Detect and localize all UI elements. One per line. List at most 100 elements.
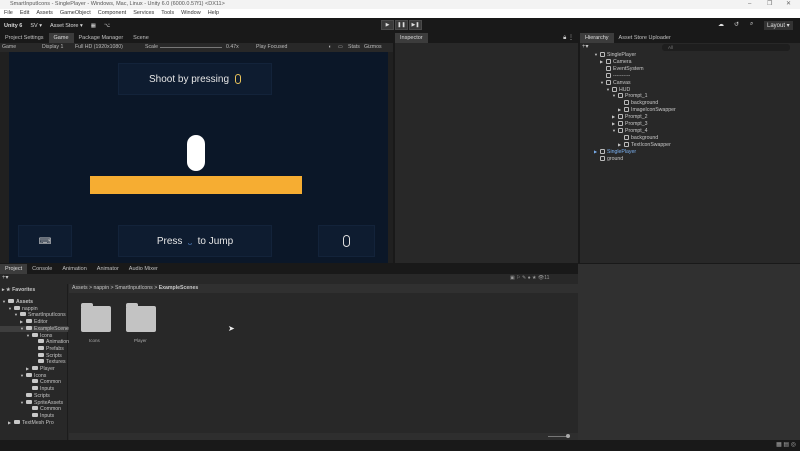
- tab-hierarchy[interactable]: Hierarchy: [580, 33, 614, 43]
- project-folder[interactable]: Common: [26, 379, 61, 385]
- minimize-button[interactable]: –: [748, 0, 751, 9]
- project-folder[interactable]: ▼ SmartInputIcons: [14, 312, 66, 318]
- play-button[interactable]: ▶: [381, 20, 394, 30]
- hierarchy-item[interactable]: ▶ Prompt_2: [612, 114, 648, 120]
- tab-audio-mixer[interactable]: Audio Mixer: [124, 264, 163, 274]
- hierarchy-item[interactable]: EventSystem: [600, 65, 644, 72]
- display-dropdown[interactable]: Display 1: [42, 43, 63, 52]
- grid-icon[interactable]: ▦: [91, 23, 96, 29]
- cloud-icon[interactable]: ☁: [718, 21, 724, 28]
- tab-asset-store-uploader[interactable]: Asset Store Uploader: [614, 33, 676, 43]
- aspect-icon[interactable]: ▭: [338, 43, 343, 52]
- hierarchy-item[interactable]: ▼ Prompt_4: [612, 127, 648, 134]
- status-bar: ▦ ▤ ◎: [0, 440, 800, 451]
- hierarchy-item[interactable]: ▶ SinglePlayer: [594, 148, 636, 155]
- tab-project[interactable]: Project: [0, 264, 28, 274]
- create-button[interactable]: +▾: [2, 274, 9, 281]
- add-object-button[interactable]: +▾: [582, 43, 589, 50]
- resolution-dropdown[interactable]: Full HD (1920x1080): [75, 43, 123, 52]
- project-folder[interactable]: ▼ SpriteAssets: [20, 399, 63, 406]
- project-folder[interactable]: Scripts: [20, 392, 50, 399]
- stats-button[interactable]: Stats: [348, 43, 360, 52]
- hierarchy-item[interactable]: ground: [594, 155, 623, 162]
- game-view[interactable]: Shoot by pressing ⌨ Press ⎵ to Jump: [0, 52, 393, 263]
- filter-icons[interactable]: ▣ ⚐ ✎ ● ★ 👁︎11: [510, 275, 549, 281]
- project-folder[interactable]: ▶ Player: [26, 366, 55, 372]
- hierarchy-search-input[interactable]: All: [662, 44, 790, 51]
- tab-console[interactable]: Console: [27, 264, 57, 274]
- scale-slider[interactable]: [160, 47, 222, 48]
- project-folder[interactable]: ▼ Icons: [20, 372, 46, 379]
- project-folder[interactable]: ▼ ExampleScenes: [0, 325, 72, 332]
- menu-edit[interactable]: Edit: [20, 9, 29, 18]
- step-button[interactable]: ▶❚: [409, 20, 422, 30]
- gizmos-dropdown[interactable]: Gizmos: [364, 43, 382, 52]
- game-mode-dropdown[interactable]: Game: [2, 43, 16, 52]
- tab-game[interactable]: Game: [48, 33, 74, 43]
- hierarchy-item[interactable]: ▼ SinglePlayer: [594, 52, 636, 58]
- breadcrumb-item[interactable]: nappin: [94, 285, 110, 291]
- item-label: Prompt_1: [625, 93, 648, 100]
- tab-inspector[interactable]: Inspector: [395, 33, 428, 43]
- hierarchy-item[interactable]: ▶ Prompt_3: [612, 121, 648, 127]
- hierarchy-item[interactable]: ▼ Prompt_1: [612, 93, 648, 99]
- project-folder[interactable]: ▼ nappin: [8, 305, 38, 312]
- project-folder[interactable]: Inputs: [26, 386, 54, 392]
- breadcrumb-item[interactable]: SmartInputIcons: [115, 285, 153, 291]
- maximize-button[interactable]: ❐: [767, 0, 772, 9]
- tab-scene[interactable]: Scene: [128, 33, 154, 43]
- game-canvas[interactable]: Shoot by pressing ⌨ Press ⎵ to Jump: [9, 52, 388, 263]
- search-icon[interactable]: ⌕: [750, 21, 753, 28]
- tab-animator[interactable]: Animator: [92, 264, 124, 274]
- pause-button[interactable]: ❚❚: [395, 20, 408, 30]
- hierarchy-item[interactable]: ▼ Canvas: [600, 79, 631, 86]
- menu-services[interactable]: Services: [133, 9, 154, 18]
- project-folder[interactable]: Textures: [32, 359, 66, 365]
- history-icon[interactable]: ↺: [734, 21, 739, 28]
- menu-component[interactable]: Component: [98, 9, 126, 18]
- slider-handle[interactable]: [566, 434, 570, 438]
- item-label: TextIconSwapper: [631, 141, 671, 148]
- layout-dropdown[interactable]: Layout ▾: [764, 21, 793, 30]
- menu-tools[interactable]: Tools: [161, 9, 174, 18]
- hierarchy-item[interactable]: background: [618, 100, 658, 106]
- gameobject-icon: [600, 148, 605, 154]
- project-folder[interactable]: Inputs: [26, 412, 54, 419]
- menu-gameobject[interactable]: GameObject: [60, 9, 91, 18]
- icon-size-slider[interactable]: [548, 436, 568, 437]
- project-folder[interactable]: Common: [26, 406, 61, 412]
- hierarchy-item[interactable]: ▶ Camera: [600, 58, 631, 65]
- project-folder[interactable]: ▼ Assets: [2, 299, 33, 305]
- hierarchy-item[interactable]: ▶ ImageIconSwapper: [618, 107, 676, 113]
- tab-project-settings[interactable]: Project Settings: [0, 33, 49, 43]
- tab-animation[interactable]: Animation: [57, 264, 91, 274]
- unity-account-button[interactable]: Unity 6: [4, 23, 22, 29]
- menu-help[interactable]: Help: [208, 9, 219, 18]
- hierarchy-item[interactable]: background: [618, 134, 658, 141]
- mute-icon[interactable]: ◖: [328, 43, 331, 52]
- project-folder[interactable]: ▶ Editor: [20, 319, 48, 325]
- hierarchy-item[interactable]: ▶ TextIconSwapper: [618, 141, 671, 148]
- account-dropdown[interactable]: SV ▾: [30, 23, 42, 29]
- lock-icon[interactable]: 🔒︎ ⋮: [563, 34, 574, 42]
- hierarchy-item[interactable]: ----------: [600, 72, 630, 79]
- folder-icon: [38, 345, 44, 350]
- favorites[interactable]: ▸ ★ Favorites: [2, 287, 35, 293]
- status-icons[interactable]: ▦ ▤ ◎: [776, 441, 796, 448]
- breadcrumb-item[interactable]: Assets: [72, 285, 88, 291]
- menu-assets[interactable]: Assets: [36, 9, 53, 18]
- menu-file[interactable]: File: [4, 9, 13, 18]
- close-button[interactable]: ✕: [786, 0, 791, 9]
- snap-icon[interactable]: ⌥: [104, 23, 110, 29]
- play-mode-dropdown[interactable]: Play Focused: [256, 43, 287, 52]
- breadcrumb-item[interactable]: ExampleScenes: [159, 285, 199, 291]
- project-folder[interactable]: ▶ TextMesh Pro: [8, 419, 54, 426]
- hierarchy-item[interactable]: ▼ HUD: [606, 86, 630, 93]
- tab-package-manager[interactable]: Package Manager: [74, 33, 129, 43]
- menu-window[interactable]: Window: [181, 9, 201, 18]
- project-folder[interactable]: Animations: [32, 339, 72, 345]
- project-folder[interactable]: Prefabs: [32, 345, 64, 352]
- project-folder[interactable]: ▼ Icons: [26, 332, 52, 339]
- project-folder[interactable]: Scripts: [32, 352, 62, 359]
- asset-store-button[interactable]: Asset Store ▾: [50, 23, 83, 29]
